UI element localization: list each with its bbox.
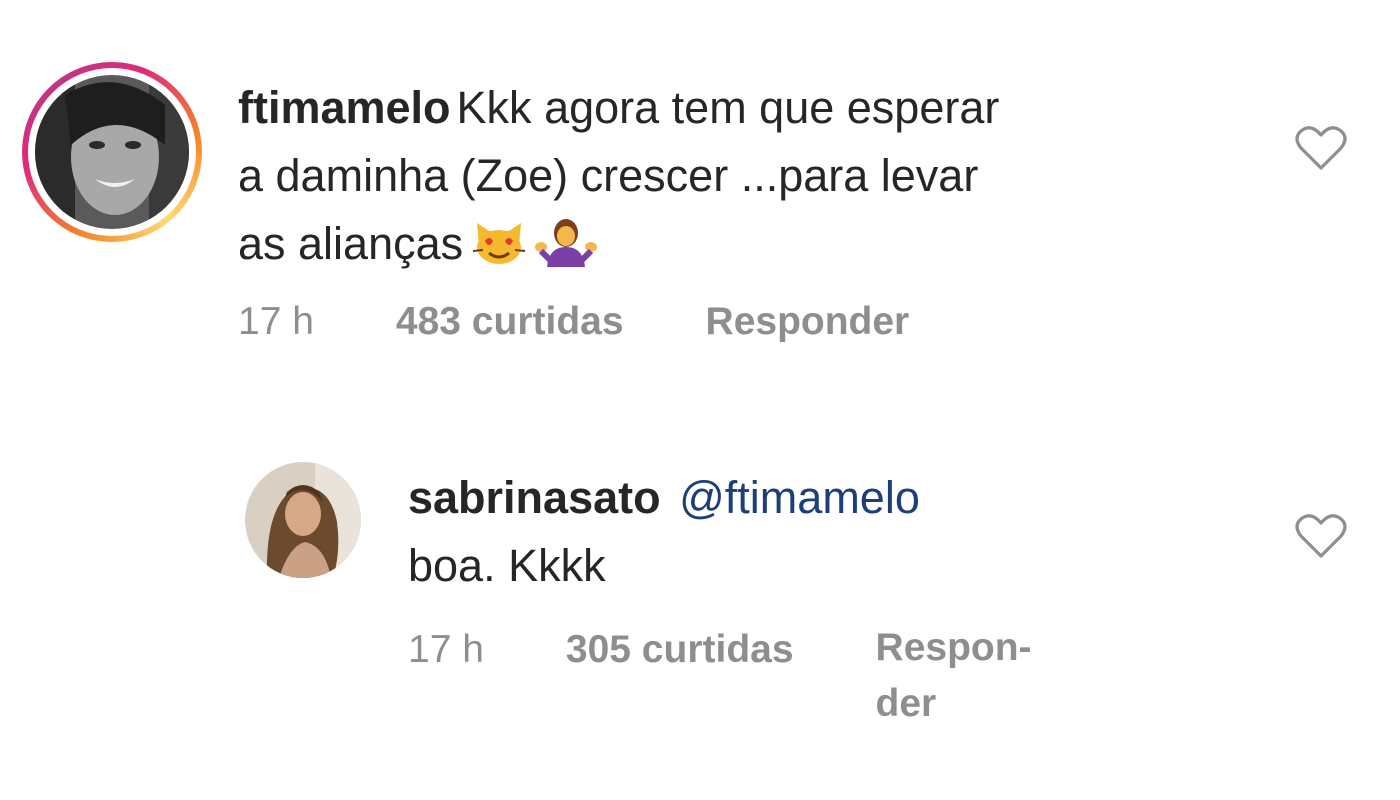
likes-count-link[interactable]: 305 curtidas — [566, 628, 794, 672]
comment-meta: 17 h 305 curtidas Respon-der — [408, 626, 1076, 732]
like-heart-icon[interactable] — [1295, 512, 1347, 560]
woman-shrugging-emoji — [535, 217, 598, 286]
avatar[interactable] — [35, 75, 189, 229]
heart-eyes-cat-emoji — [471, 217, 527, 286]
reply-comment-item: sabrinasato @ftimamelo boa. Kkkk 17 h 30… — [245, 462, 1375, 762]
mention-link[interactable]: @ftimamelo — [679, 472, 920, 523]
comment-text-line: a daminha (Zoe) crescer ...para levar — [238, 150, 979, 201]
reply-button[interactable]: Responder — [706, 300, 910, 344]
likes-count-link[interactable]: 483 curtidas — [396, 300, 624, 344]
avatar-story-ring[interactable] — [22, 62, 202, 242]
comment-username[interactable]: ftimamelo — [238, 82, 451, 133]
like-heart-icon[interactable] — [1295, 124, 1347, 172]
reply-label-part: Respon- — [875, 626, 1032, 669]
comment-timestamp: 17 h — [238, 300, 314, 343]
comment-username[interactable]: sabrinasato — [408, 472, 661, 523]
comment-text-line: Kkk agora tem que esperar — [456, 82, 1000, 133]
comment-text-line: as alianças — [238, 218, 464, 269]
reply-button[interactable]: Respon-der — [876, 620, 1076, 732]
reply-label-part: der — [875, 682, 937, 725]
avatar[interactable] — [245, 462, 361, 578]
comment-timestamp: 17 h — [408, 628, 484, 671]
comment-meta: 17 h 483 curtidas Responder — [238, 300, 909, 344]
comment-item: ftimamelo Kkk agora tem que esperar a dam… — [22, 62, 1372, 362]
comment-text: boa. Kkkk — [408, 540, 606, 591]
